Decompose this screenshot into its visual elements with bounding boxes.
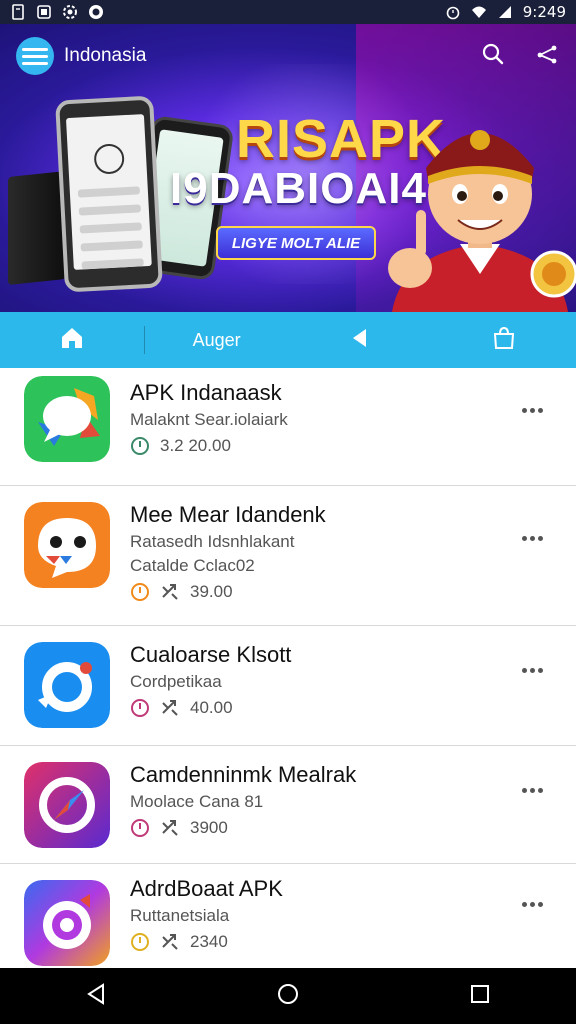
app-meta-value: 3900	[190, 818, 228, 837]
more-options-icon[interactable]	[520, 892, 544, 916]
share-icon[interactable]	[534, 41, 560, 72]
app-title: Mee Mear Idandenk	[130, 502, 326, 527]
status-time: 9:249	[522, 3, 566, 21]
list-item[interactable]: AdrdBoaat APK Ruttanetsiala 2340	[0, 864, 576, 968]
list-item[interactable]: Camdenninmk Mealrak Moolace Cana 81 3900	[0, 746, 576, 864]
signal-icon	[497, 4, 513, 20]
target-ring-icon	[24, 880, 110, 966]
app-meta-value: 39.00	[190, 582, 233, 601]
file-icon	[10, 4, 26, 20]
tab-bag[interactable]	[432, 312, 576, 368]
app-title: Cualoarse Klsott	[130, 642, 292, 667]
app-header: Indonasia	[16, 37, 560, 75]
crossed-arrows-icon	[162, 820, 178, 836]
app-list: APK Indanaask Malaknt Sear.iolaiark 3.2 …	[0, 368, 576, 968]
app-meta: 3900	[130, 818, 516, 838]
status-right-icons: 9:249	[445, 3, 566, 21]
clock-icon	[131, 437, 149, 455]
app-meta-value: 2340	[190, 932, 228, 951]
crossed-arrows-icon	[162, 584, 178, 600]
clock-icon	[131, 933, 149, 951]
nav-recents-icon[interactable]	[467, 981, 493, 1012]
tab-home[interactable]	[0, 312, 144, 368]
storage-icon	[36, 4, 52, 20]
status-left-icons	[10, 4, 104, 20]
tab-back[interactable]	[289, 312, 433, 368]
more-options-icon[interactable]	[520, 658, 544, 682]
tab-center-label: Auger	[192, 329, 241, 350]
app-screen: 9:249 Indonasia RISAPK I9DABIOAI4 LIGYE …	[0, 0, 576, 1024]
app-title: APK Indanaask	[130, 380, 282, 405]
app-subtitle: Malaknt Sear.iolaiark	[130, 410, 288, 429]
bag-icon	[491, 325, 517, 356]
promo-button[interactable]: LIGYE MOLT ALIE	[216, 226, 376, 260]
home-icon	[59, 325, 85, 356]
app-meta: 3.2 20.00	[130, 436, 516, 456]
app-meta-value: 40.00	[190, 698, 233, 717]
app-meta: 40.00	[130, 698, 516, 718]
app-subtitle: Ruttanetsiala	[130, 906, 230, 925]
list-item[interactable]: Cualoarse Klsott Cordpetikaa 40.00	[0, 626, 576, 746]
wifi-icon	[471, 4, 487, 20]
app-text: Camdenninmk Mealrak Moolace Cana 81 3900	[130, 762, 516, 838]
app-subtitle-2: Catalde Cclac02	[130, 556, 255, 575]
crossed-arrows-icon	[162, 700, 178, 716]
phone-front-device	[55, 95, 163, 293]
back-arrow-icon	[347, 325, 373, 356]
app-text: APK Indanaask Malaknt Sear.iolaiark 3.2 …	[130, 380, 516, 456]
link-ring-icon	[24, 642, 110, 728]
app-text: Mee Mear Idandenk Ratasedh Idsnhlakant C…	[130, 502, 516, 602]
header-actions	[480, 41, 560, 72]
app-meta-value: 3.2 20.00	[160, 436, 231, 455]
app-subtitle: Cordpetikaa	[130, 672, 222, 691]
circle-icon	[88, 4, 104, 20]
brand[interactable]: Indonasia	[16, 37, 146, 75]
nav-home-icon[interactable]	[275, 981, 301, 1012]
chat-bubble-icon	[24, 376, 110, 462]
search-icon[interactable]	[480, 41, 506, 72]
tab-center[interactable]: Auger	[145, 312, 289, 368]
face-chat-icon	[24, 502, 110, 588]
brand-name: Indonasia	[64, 45, 147, 66]
more-options-icon[interactable]	[520, 526, 544, 550]
app-text: Cualoarse Klsott Cordpetikaa 40.00	[130, 642, 516, 718]
settings-icon	[62, 4, 78, 20]
crossed-arrows-icon	[162, 934, 178, 950]
app-meta: 2340	[130, 932, 516, 952]
compass-icon	[24, 762, 110, 848]
promo-banner[interactable]: Indonasia RISAPK I9DABIOAI4 LIGYE MOLT A…	[0, 24, 576, 312]
app-meta: 39.00	[130, 582, 516, 602]
tab-bar: Auger	[0, 312, 576, 368]
clock-icon	[131, 699, 149, 717]
app-text: AdrdBoaat APK Ruttanetsiala 2340	[130, 876, 516, 952]
more-options-icon[interactable]	[520, 778, 544, 802]
system-nav-bar	[0, 968, 576, 1024]
app-title: AdrdBoaat APK	[130, 876, 283, 901]
app-subtitle: Moolace Cana 81	[130, 792, 264, 811]
clock-icon	[131, 583, 149, 601]
clock-icon	[131, 819, 149, 837]
list-item[interactable]: APK Indanaask Malaknt Sear.iolaiark 3.2 …	[0, 368, 576, 486]
list-item[interactable]: Mee Mear Idandenk Ratasedh Idsnhlakant C…	[0, 486, 576, 626]
alarm-icon	[445, 4, 461, 20]
more-options-icon[interactable]	[520, 398, 544, 422]
brand-logo-icon	[16, 37, 54, 75]
app-title: Camdenninmk Mealrak	[130, 762, 357, 787]
mascot-illustration	[388, 130, 576, 312]
status-bar: 9:249	[0, 0, 576, 24]
app-subtitle: Ratasedh Idsnhlakant	[130, 532, 295, 551]
nav-back-icon[interactable]	[83, 981, 109, 1012]
speaker-device	[8, 170, 66, 286]
